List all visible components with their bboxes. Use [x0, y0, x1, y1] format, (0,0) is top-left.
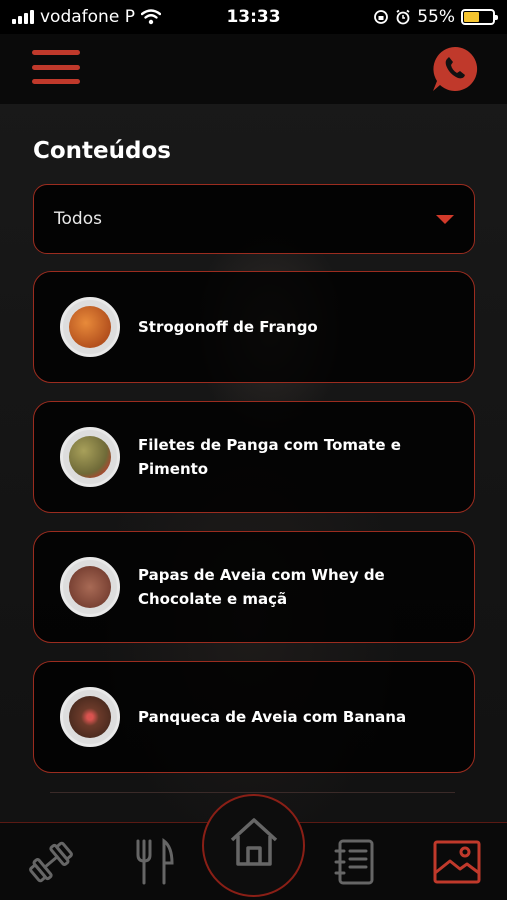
page-title: Conteúdos — [33, 138, 171, 164]
phone-call-icon[interactable] — [430, 44, 480, 94]
carrier-name: vodafone P — [40, 7, 135, 27]
rotation-lock-icon — [374, 10, 389, 24]
battery-icon — [461, 9, 498, 25]
gallery-icon[interactable] — [432, 837, 482, 887]
app-bar — [0, 34, 507, 104]
dumbbell-icon[interactable] — [26, 837, 76, 887]
food-image — [69, 696, 111, 738]
card-title: Panqueca de Aveia com Banana — [138, 708, 407, 726]
battery-level — [464, 12, 480, 22]
recipe-thumbnail — [60, 297, 120, 357]
content-card[interactable]: Strogonoff de Frango — [33, 271, 475, 383]
food-image — [69, 436, 111, 478]
status-left: vodafone P — [12, 7, 212, 27]
notes-icon[interactable] — [330, 837, 380, 887]
signal-icon — [12, 10, 34, 24]
divider — [50, 792, 455, 793]
content-card[interactable]: Panqueca de Aveia com Banana — [33, 661, 475, 773]
wifi-icon — [140, 9, 161, 25]
card-title: Papas de Aveia com Whey de Chocolate e m… — [138, 566, 385, 608]
recipe-thumbnail — [60, 427, 120, 487]
food-image — [69, 566, 111, 608]
filter-value: Todos — [54, 209, 102, 229]
food-image — [69, 306, 111, 348]
content-card[interactable]: Filetes de Panga com Tomate e Pimento — [33, 401, 475, 513]
status-right: 55% — [373, 7, 498, 27]
hamburger-menu-icon[interactable] — [32, 50, 80, 84]
content-card[interactable]: Papas de Aveia com Whey de Chocolate e m… — [33, 531, 475, 643]
recipe-thumbnail — [60, 687, 120, 747]
category-filter-select[interactable]: Todos — [33, 184, 475, 254]
status-bar: vodafone P 13:33 55% — [0, 0, 507, 34]
card-title: Filetes de Panga com Tomate e Pimento — [138, 436, 401, 478]
alarm-icon — [396, 9, 410, 25]
battery-percent: 55% — [417, 7, 455, 27]
home-icon — [230, 818, 278, 866]
home-button[interactable] — [202, 794, 305, 897]
recipe-thumbnail — [60, 557, 120, 617]
card-title: Strogonoff de Frango — [138, 318, 318, 336]
caret-down-icon — [436, 214, 454, 224]
fork-knife-icon[interactable] — [128, 837, 178, 887]
